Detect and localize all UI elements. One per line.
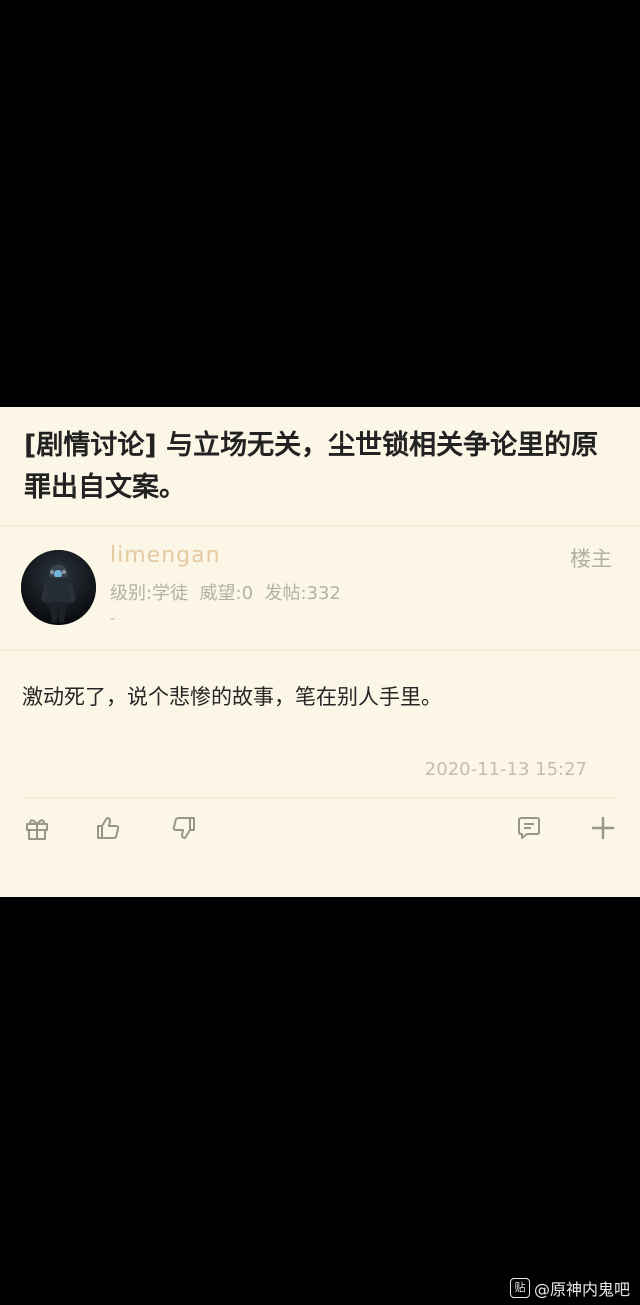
- title-divider: [0, 525, 640, 526]
- tieba-logo-icon: 贴: [509, 1278, 530, 1298]
- thumbs-up-icon: [97, 817, 120, 839]
- dislike-button[interactable]: [166, 811, 200, 845]
- gift-icon: [26, 819, 48, 840]
- op-badge: 楼主: [570, 547, 612, 571]
- comment-button[interactable]: [512, 811, 546, 845]
- more-button[interactable]: [586, 811, 620, 845]
- post-title: [剧情讨论] 与立场无关，尘世锁相关争论里的原罪出自文案。: [24, 430, 599, 503]
- user-signature: -: [110, 609, 116, 627]
- author-divider: [0, 650, 640, 651]
- username[interactable]: limengan: [110, 543, 221, 568]
- watermark: 贴 @原神内鬼吧: [509, 1276, 630, 1300]
- plus-icon: [591, 816, 615, 840]
- comment-icon: [518, 817, 540, 839]
- user-stats: 级别:学徒 威望:0 发帖:332: [110, 583, 341, 604]
- post-card: [剧情讨论] 与立场无关，尘世锁相关争论里的原罪出自文案。 limengan 楼…: [0, 407, 640, 897]
- thumbs-down-icon: [172, 817, 195, 839]
- watermark-text: @原神内鬼吧: [533, 1280, 630, 1299]
- armored-figure-image: [21, 550, 96, 625]
- actions-divider: [22, 797, 618, 798]
- post-timestamp: 2020-11-13 15:27: [424, 759, 587, 780]
- avatar[interactable]: [21, 550, 96, 625]
- gift-button[interactable]: [20, 811, 54, 845]
- post-content: 激动死了，说个悲惨的故事，笔在别人手里。: [22, 685, 442, 709]
- like-button[interactable]: [92, 811, 126, 845]
